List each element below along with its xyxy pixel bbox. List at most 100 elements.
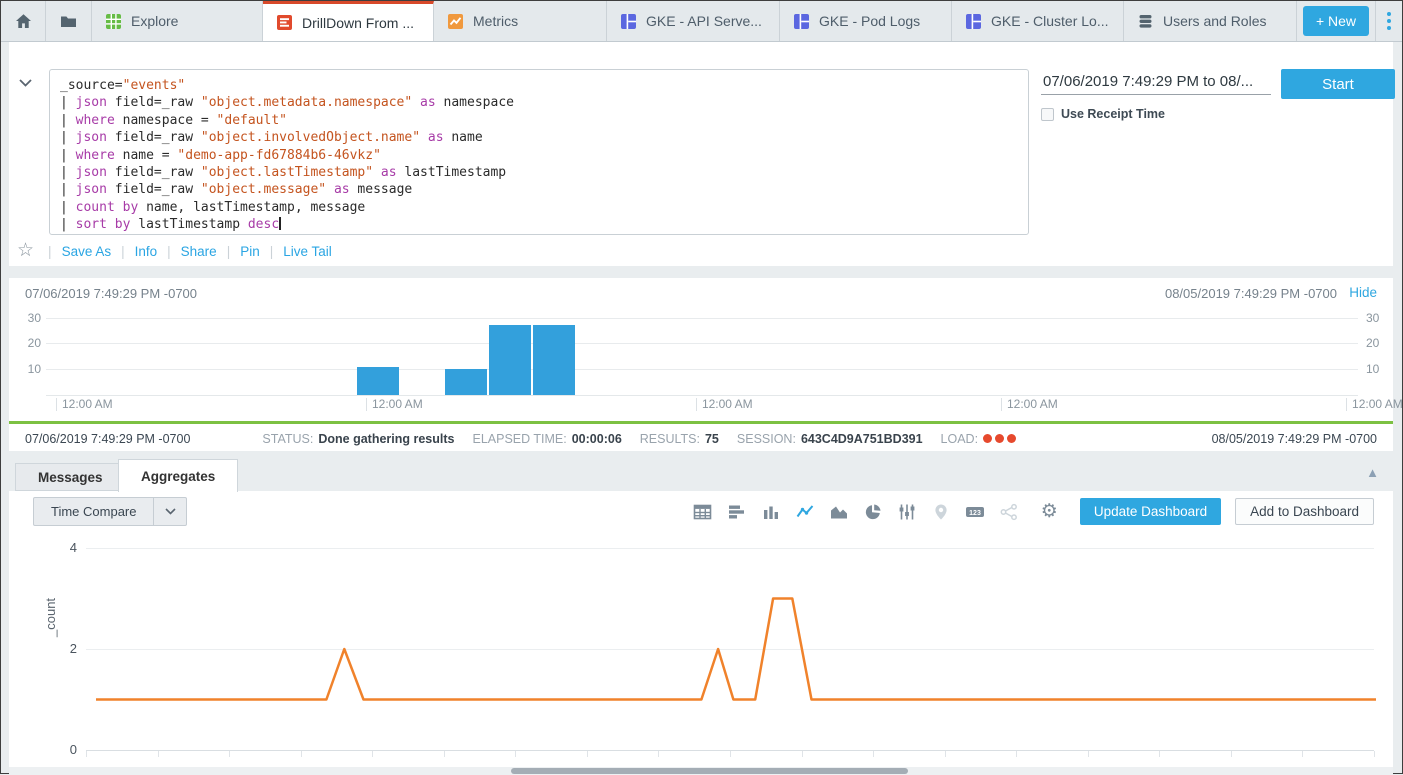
spacer	[9, 266, 1393, 278]
query-token: as	[381, 165, 397, 180]
line-chart-icon[interactable]	[795, 502, 815, 522]
status-item-session: SESSION:643C4D9A751BD391	[737, 432, 923, 446]
query-token: "events"	[123, 78, 186, 93]
box-plot-icon[interactable]	[897, 502, 917, 522]
query-token: "default"	[217, 113, 287, 128]
search-progress-bar	[9, 421, 1393, 424]
tab-gke-cluster-logs[interactable]: GKE - Cluster Lo...	[952, 1, 1124, 41]
update-dashboard-button[interactable]: Update Dashboard	[1080, 498, 1221, 525]
horizontal-scrollbar-thumb[interactable]	[511, 768, 908, 774]
action-link-live-tail[interactable]: Live Tail	[283, 244, 332, 259]
time-compare-chevron-icon[interactable]	[153, 498, 186, 525]
query-token: "object.lastTimestamp"	[201, 165, 373, 180]
histogram-y-tick-left: 20	[19, 336, 41, 350]
aggregates-line-series	[96, 531, 1376, 761]
search-query-editor[interactable]: _source="events"| json field=_raw "objec…	[49, 69, 1029, 235]
tab-folder[interactable]	[46, 1, 92, 41]
query-token	[373, 165, 381, 180]
aggregates-y-tick: 0	[49, 742, 77, 757]
single-value-icon[interactable]: 123	[965, 502, 985, 522]
flow-diagram-icon[interactable]	[999, 502, 1019, 522]
query-token: sort by	[76, 217, 131, 232]
histogram-x-axis: 12:00 AM12:00 AM12:00 AM12:00 AM12:00 AM	[46, 396, 1358, 412]
query-token: lastTimestamp	[130, 217, 247, 232]
histogram-chart[interactable]: 101020203030	[46, 310, 1358, 395]
action-link-pin[interactable]: Pin	[240, 244, 260, 259]
tab-gke-api-server[interactable]: GKE - API Serve...	[607, 1, 780, 41]
histogram-bar[interactable]	[445, 369, 488, 395]
start-search-button[interactable]: Start	[1281, 69, 1395, 99]
status-label: RESULTS:	[640, 432, 700, 446]
query-token: field=_raw	[107, 130, 201, 145]
chart-type-toolbar: 123 ⚙ Update Dashboard Add to Dashboard	[693, 497, 1374, 526]
chart-orange-icon	[447, 13, 464, 30]
query-token: json	[76, 95, 107, 110]
tab-users-and-roles[interactable]: Users and Roles	[1124, 1, 1297, 41]
favorite-star-icon[interactable]: ☆	[17, 242, 34, 260]
histogram-end-time: 08/05/2019 7:49:29 PM -0700	[1165, 286, 1337, 301]
table-icon[interactable]	[693, 502, 713, 522]
histogram-bar[interactable]	[533, 325, 576, 395]
time-range-input[interactable]: 07/06/2019 7:49:29 PM to 08/...	[1041, 72, 1271, 95]
tab-metrics[interactable]: Metrics	[434, 1, 607, 41]
action-link-share[interactable]: Share	[181, 244, 217, 259]
query-token: |	[60, 95, 76, 110]
settings-gear-icon[interactable]: ⚙	[1041, 502, 1058, 521]
collapse-panel-arrow-icon[interactable]: ▲	[1366, 465, 1379, 480]
tab-label: Users and Roles	[1163, 13, 1267, 29]
histogram-y-tick-right: 30	[1366, 311, 1388, 325]
tab-home[interactable]	[1, 1, 46, 41]
kebab-menu-icon	[1387, 12, 1391, 30]
database-gray-icon	[1137, 13, 1154, 30]
query-token: |	[60, 200, 76, 215]
pie-chart-icon[interactable]	[863, 502, 883, 522]
action-link-save-as[interactable]: Save As	[62, 244, 112, 259]
query-line: | where namespace = "default"	[60, 112, 1018, 129]
new-button[interactable]: + New	[1303, 6, 1369, 36]
query-token	[326, 182, 334, 197]
overflow-menu[interactable]	[1376, 1, 1402, 41]
bar-vertical-icon[interactable]	[761, 502, 781, 522]
action-link-info[interactable]: Info	[135, 244, 158, 259]
query-token: name	[444, 130, 483, 145]
link-separator: |	[38, 244, 62, 259]
chart-type-icons: 123	[693, 502, 1019, 522]
tab-gke-pod-logs[interactable]: GKE - Pod Logs	[780, 1, 952, 41]
browser-tab-bar: Explore DrillDown From ... MetricsGKE - AP…	[1, 1, 1402, 42]
query-token: namespace	[436, 95, 514, 110]
tab-messages[interactable]: Messages	[15, 463, 126, 491]
query-token: "object.message"	[201, 182, 326, 197]
query-line: | json field=_raw "object.lastTimestamp"…	[60, 164, 1018, 181]
query-token: field=_raw	[107, 165, 201, 180]
use-receipt-time-checkbox[interactable]	[1041, 108, 1054, 121]
aggregates-body: Time Compare 123 ⚙ Update Dashboard Add …	[9, 491, 1393, 775]
tab-aggregates[interactable]: Aggregates	[118, 459, 238, 492]
sumo-logic-search-window: { "colors": { "accent_blue": "#2FA7E0", …	[0, 0, 1403, 774]
query-collapse-chevron-icon[interactable]	[19, 74, 39, 90]
query-token: where	[76, 113, 115, 128]
tab-explore[interactable]: Explore	[92, 1, 263, 41]
load-dot	[995, 434, 1004, 443]
list-red-icon	[276, 14, 293, 31]
histogram-bar[interactable]	[357, 367, 400, 395]
query-line: _source="events"	[60, 77, 1018, 94]
tab-drilldown[interactable]: DrillDown From ...	[263, 1, 434, 41]
status-label: STATUS:	[262, 432, 313, 446]
tab-label: Explore	[131, 13, 178, 29]
area-chart-icon[interactable]	[829, 502, 849, 522]
add-to-dashboard-button[interactable]: Add to Dashboard	[1235, 498, 1374, 525]
query-token: |	[60, 130, 76, 145]
histogram-bar[interactable]	[489, 325, 532, 395]
histogram-panel: 07/06/2019 7:49:29 PM -0700 08/05/2019 7…	[9, 278, 1393, 451]
bar-horizontal-icon[interactable]	[727, 502, 747, 522]
tab-messages-label: Messages	[38, 470, 103, 485]
status-label: ELAPSED TIME:	[472, 432, 566, 446]
hide-histogram-link[interactable]: Hide	[1349, 285, 1377, 300]
histogram-x-tick-label: 12:00 AM	[696, 398, 753, 411]
status-value: 643C4D9A751BD391	[801, 432, 923, 446]
map-pin-icon[interactable]	[931, 502, 951, 522]
time-compare-button[interactable]: Time Compare	[33, 497, 187, 526]
query-token	[420, 130, 428, 145]
status-end-time: 08/05/2019 7:49:29 PM -0700	[1212, 432, 1377, 446]
tab-label: DrillDown From ...	[302, 15, 414, 31]
